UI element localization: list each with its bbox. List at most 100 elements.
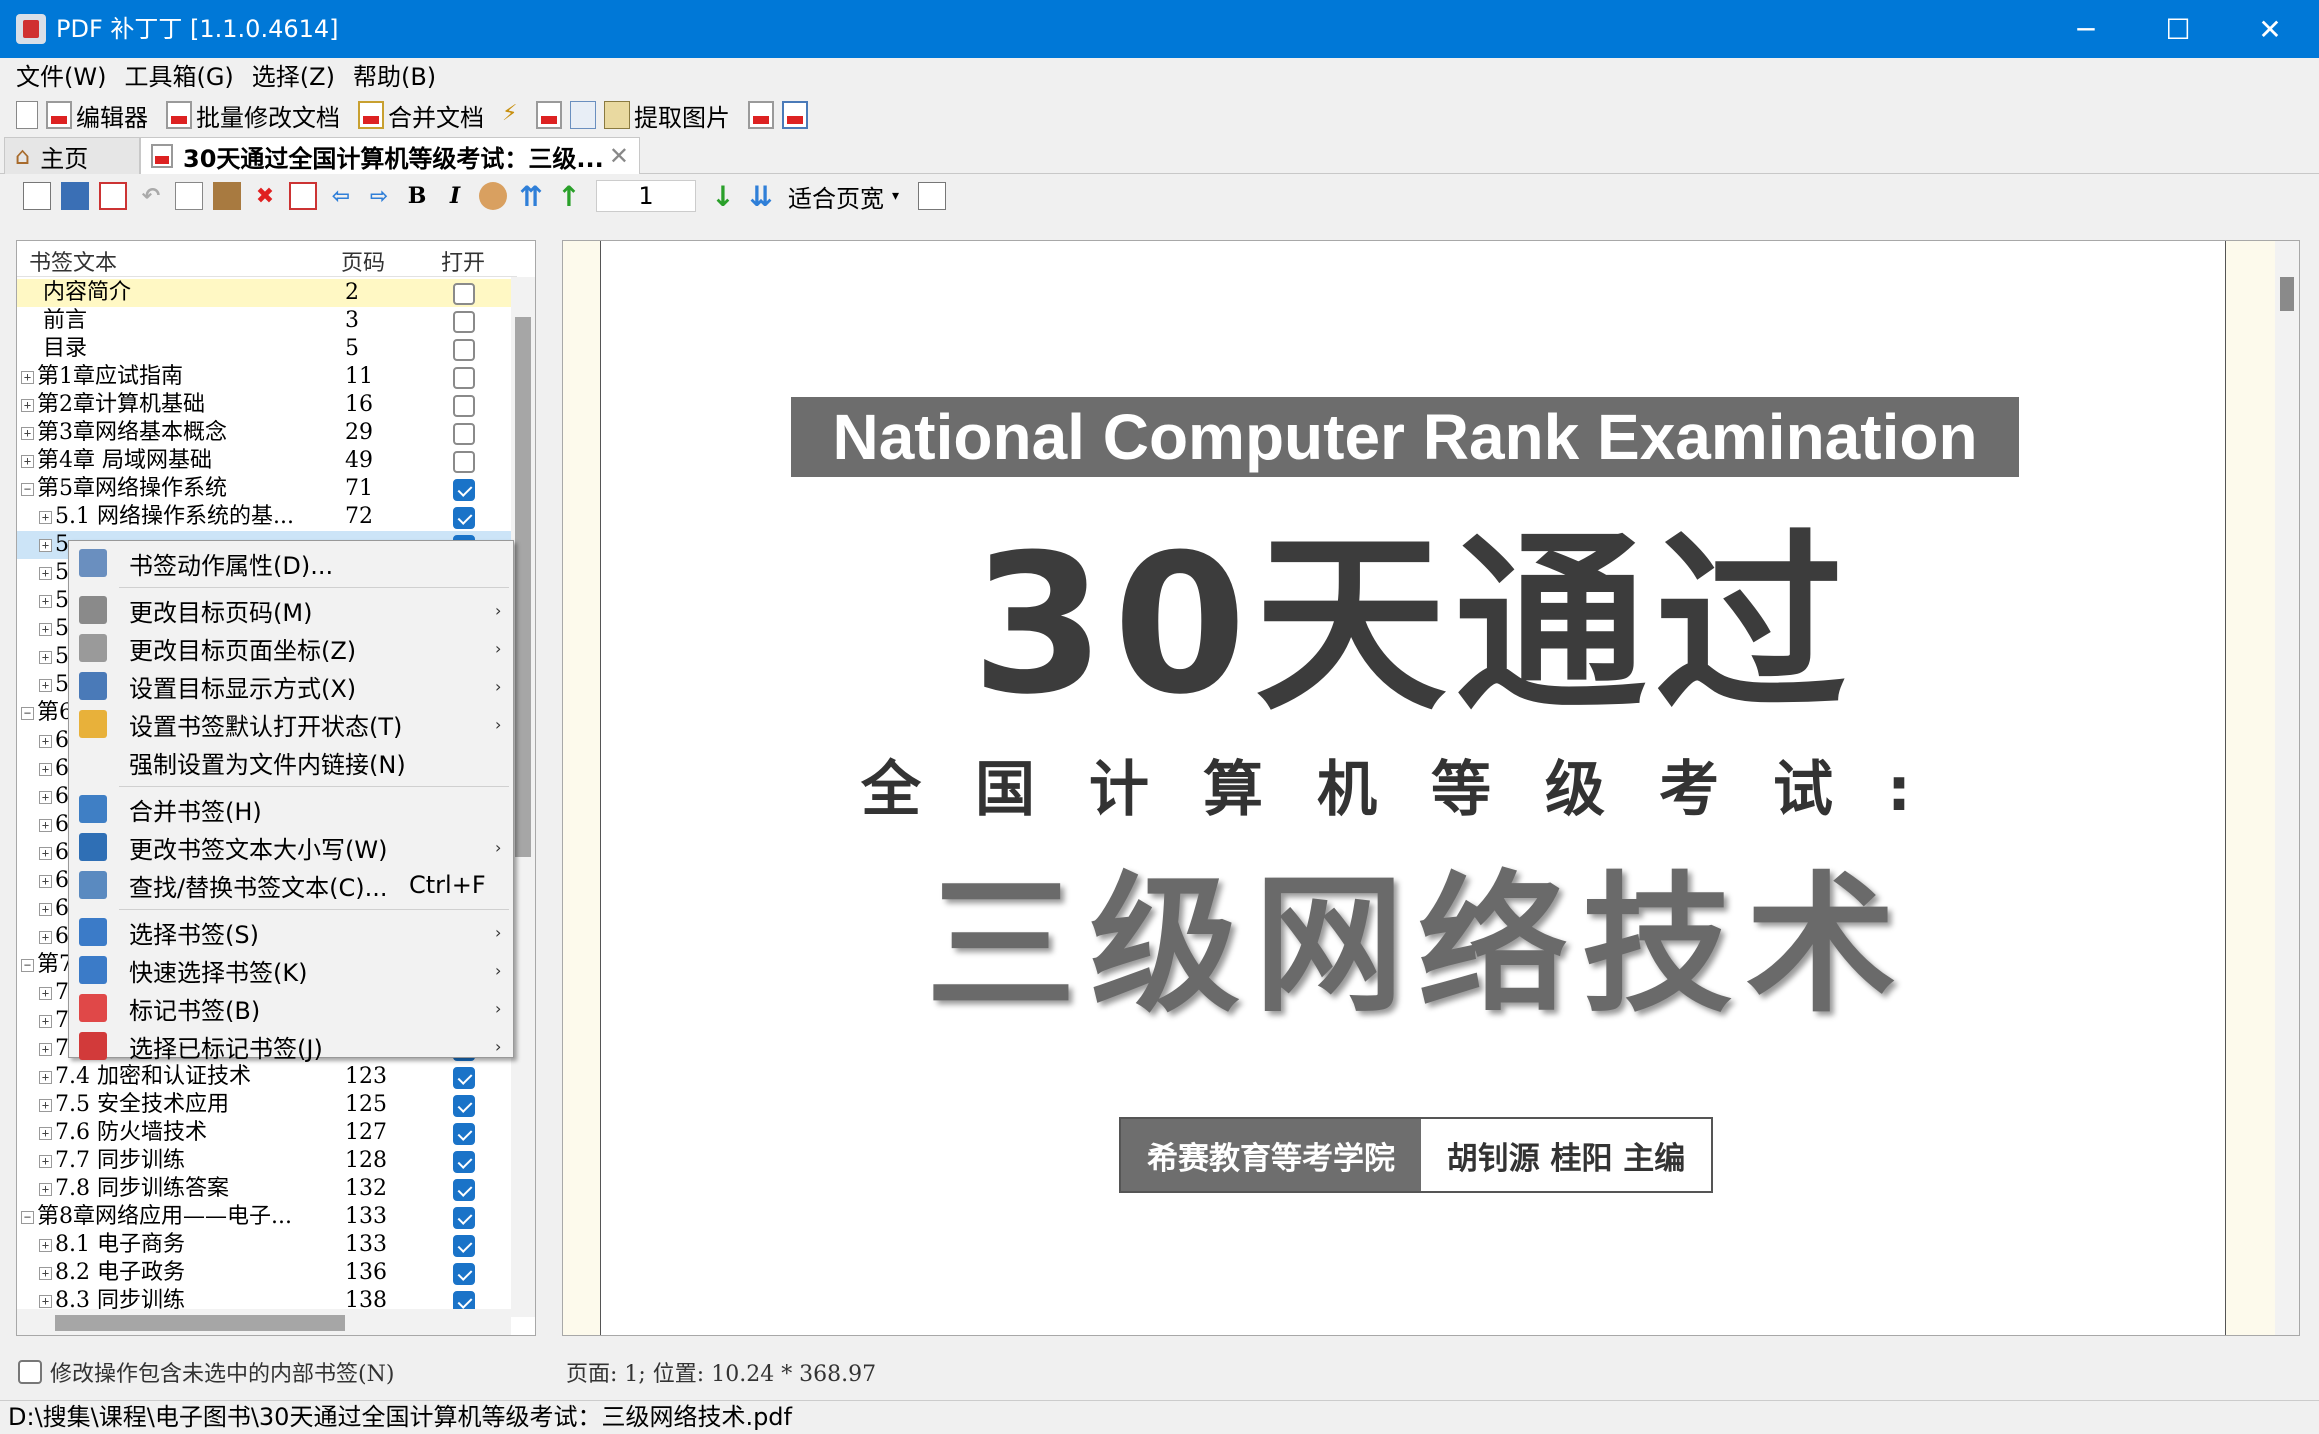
new-icon[interactable] <box>23 182 51 210</box>
bookmark-text[interactable]: 前言 <box>43 307 87 335</box>
tab-home[interactable]: ⌂ 主页 <box>4 137 140 174</box>
header-open[interactable]: 打开 <box>441 245 485 277</box>
next-page-icon[interactable]: ↓ <box>709 180 737 213</box>
expand-icon[interactable]: + <box>39 1295 52 1308</box>
pdf-viewer[interactable]: National Computer Rank Examination 30天通过… <box>562 240 2300 1336</box>
bookmark-text[interactable]: 第5章网络操作系统 <box>37 475 227 503</box>
open-checkbox[interactable] <box>453 1151 475 1173</box>
expand-icon[interactable]: + <box>39 1015 52 1028</box>
expand-icon[interactable]: + <box>39 1127 52 1140</box>
bookmark-text[interactable]: 7.5 安全技术应用 <box>55 1091 229 1119</box>
pdf-convert-icon[interactable] <box>782 101 808 129</box>
save-as-icon[interactable] <box>99 182 127 210</box>
bookmark-row[interactable]: + 第2章计算机基础 16 <box>17 391 517 419</box>
open-checkbox[interactable] <box>453 339 475 361</box>
bookmark-row[interactable]: +7.6 防火墙技术 127 <box>17 1119 517 1147</box>
expand-icon[interactable]: + <box>39 595 52 608</box>
bookmark-row[interactable]: 目录 5 <box>17 335 517 363</box>
expand-icon[interactable]: + <box>39 511 52 524</box>
expand-icon[interactable]: + <box>39 875 52 888</box>
context-menu-item[interactable]: 更改书签文本大小写(W) › <box>71 829 511 865</box>
expand-icon[interactable]: + <box>39 847 52 860</box>
maximize-button[interactable]: ☐ <box>2132 0 2224 58</box>
open-checkbox[interactable] <box>453 507 475 529</box>
last-page-icon[interactable]: ⇊ <box>747 180 775 213</box>
bookmark-row[interactable]: +8.2 电子政务 136 <box>17 1259 517 1287</box>
context-menu-item[interactable]: 书签动作属性(D)... <box>71 545 511 581</box>
horizontal-scrollbar[interactable] <box>17 1309 511 1335</box>
editor-button[interactable]: 编辑器 <box>76 98 148 133</box>
bookmark-page[interactable]: 16 <box>345 391 373 419</box>
bookmark-row[interactable]: − 第8章网络应用——电子... 133 <box>17 1203 517 1231</box>
zoom-select[interactable]: 适合页宽 <box>788 179 884 214</box>
expand-icon[interactable]: + <box>39 1099 52 1112</box>
right-arrow-icon[interactable]: ⇨ <box>365 182 393 210</box>
tab-close-icon[interactable]: ✕ <box>609 142 629 170</box>
bookmark-text[interactable]: 5.1 网络操作系统的基... <box>55 503 294 531</box>
bookmark-page[interactable]: 136 <box>345 1259 387 1287</box>
bookmark-text[interactable]: 第3章网络基本概念 <box>37 419 227 447</box>
bookmark-text[interactable]: 第1章应试指南 <box>37 363 183 391</box>
bookmark-row[interactable]: − 第5章网络操作系统 71 <box>17 475 517 503</box>
scroll-thumb[interactable] <box>55 1315 345 1331</box>
bookmark-page[interactable]: 125 <box>345 1091 387 1119</box>
bookmark-row[interactable]: +7.8 同步训练答案 132 <box>17 1175 517 1203</box>
bookmark-row[interactable]: 内容简介 2 <box>17 279 517 307</box>
expand-icon[interactable]: + <box>39 679 52 692</box>
bookmark-row[interactable]: + 第4章 局域网基础 49 <box>17 447 517 475</box>
italic-button[interactable]: I <box>441 182 469 210</box>
bookmark-row[interactable]: +7.7 同步训练 128 <box>17 1147 517 1175</box>
bookmark-page[interactable]: 5 <box>345 335 359 363</box>
include-unselected-option[interactable]: 修改操作包含未选中的内部书签(N) <box>18 1356 394 1388</box>
bookmark-row[interactable]: +8.1 电子商务 133 <box>17 1231 517 1259</box>
header-page[interactable]: 页码 <box>341 245 385 277</box>
paste-icon[interactable] <box>213 182 241 210</box>
undo-icon[interactable]: ↶ <box>137 182 165 210</box>
expand-icon[interactable]: + <box>39 987 52 1000</box>
open-checkbox[interactable] <box>453 395 475 417</box>
expand-icon[interactable]: + <box>39 1043 52 1056</box>
expand-icon[interactable]: + <box>21 371 34 384</box>
open-checkbox[interactable] <box>453 479 475 501</box>
first-page-icon[interactable]: ⇈ <box>517 180 545 213</box>
bookmark-icon[interactable] <box>289 182 317 210</box>
context-menu-item[interactable]: 更改目标页码(M) › <box>71 592 511 628</box>
expand-icon[interactable]: + <box>39 735 52 748</box>
open-checkbox[interactable] <box>453 1235 475 1257</box>
bookmark-page[interactable]: 132 <box>345 1175 387 1203</box>
bookmark-page[interactable]: 29 <box>345 419 373 447</box>
context-menu-item[interactable]: 合并书签(H) <box>71 791 511 827</box>
extract-images-button[interactable]: 提取图片 <box>634 98 730 133</box>
context-menu-item[interactable]: 选择书签(S) › <box>71 914 511 950</box>
context-menu-item[interactable]: 设置书签默认打开状态(T) › <box>71 706 511 742</box>
checklist-icon[interactable] <box>16 101 38 129</box>
context-menu-item[interactable]: 更改目标页面坐标(Z) › <box>71 630 511 666</box>
expand-icon[interactable]: + <box>39 763 52 776</box>
expand-icon[interactable]: + <box>39 1267 52 1280</box>
expand-icon[interactable]: + <box>39 819 52 832</box>
header-text[interactable]: 书签文本 <box>29 245 117 277</box>
bookmark-text[interactable]: 7.8 同步训练答案 <box>55 1175 229 1203</box>
bookmark-text[interactable]: 内容简介 <box>43 279 131 307</box>
bookmark-text[interactable]: 8.1 电子商务 <box>55 1231 185 1259</box>
context-menu-item[interactable]: 强制设置为文件内链接(N) <box>71 744 511 780</box>
menu-toolbox[interactable]: 工具箱(G) <box>118 58 245 96</box>
bookmark-page[interactable]: 128 <box>345 1147 387 1175</box>
pdf-info-icon[interactable] <box>748 101 774 129</box>
menu-help[interactable]: 帮助(B) <box>347 58 448 96</box>
export-icon[interactable] <box>570 101 596 129</box>
collapse-icon[interactable]: − <box>21 483 34 496</box>
menu-select[interactable]: 选择(Z) <box>246 58 347 96</box>
open-checkbox[interactable] <box>453 1067 475 1089</box>
bookmark-page[interactable]: 3 <box>345 307 359 335</box>
expand-icon[interactable]: + <box>39 1183 52 1196</box>
copy-icon[interactable] <box>175 182 203 210</box>
tab-document[interactable]: 30天通过全国计算机等级考试：三级... ✕ <box>140 137 640 174</box>
open-checkbox[interactable] <box>453 1179 475 1201</box>
merge-button[interactable]: 合并文档 <box>388 98 484 133</box>
minimize-button[interactable]: ─ <box>2040 0 2132 58</box>
bookmark-row[interactable]: + 第1章应试指南 11 <box>17 363 517 391</box>
include-unselected-checkbox[interactable] <box>18 1360 42 1384</box>
bookmark-page[interactable]: 127 <box>345 1119 387 1147</box>
open-checkbox[interactable] <box>453 311 475 333</box>
